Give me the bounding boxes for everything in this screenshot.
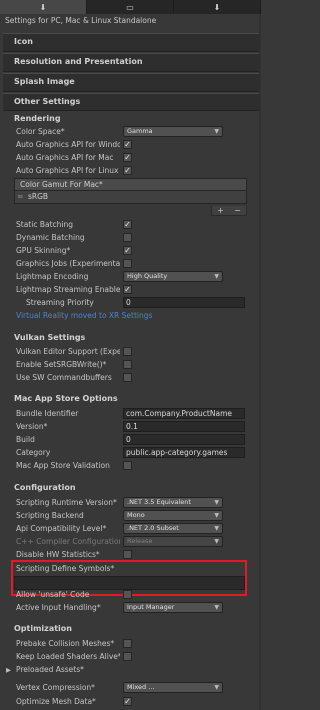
dropdown-arrow-icon: ▼ [214,684,219,691]
static-batching-label: Static Batching [16,220,73,229]
static-batching-checkbox[interactable]: ✓ [123,220,132,229]
optimization-header: Optimization [14,624,72,633]
disable-hw-stats-label: Disable HW Statistics* [16,550,100,559]
scripting-runtime-dropdown[interactable]: .NET 3.5 Equivalent ▼ [123,497,223,508]
prebake-collision-checkbox[interactable] [123,639,132,648]
graphics-jobs-label: Graphics Jobs (Experimental) [16,259,120,268]
api-compat-dropdown[interactable]: .NET 2.0 Subset ▼ [123,523,223,534]
scripting-backend-dropdown[interactable]: Mono ▼ [123,510,223,521]
color-gamut-list: ═ sRGB [14,191,247,204]
add-icon[interactable]: + [217,206,224,215]
platform-subtitle: Settings for PC, Mac & Linux Standalone [5,16,157,25]
dropdown-arrow-icon: ▼ [214,525,219,532]
configuration-header: Configuration [14,483,76,492]
lightmap-encoding-dropdown[interactable]: High Quality ▼ [123,271,223,282]
lightmap-encoding-label: Lightmap Encoding [16,272,89,281]
color-gamut-item[interactable]: sRGB [28,192,48,201]
auto-graphics-windows-checkbox[interactable]: ✓ [123,140,132,149]
version-label: Version* [16,422,48,431]
vr-settings-link[interactable]: Virtual Reality moved to XR Settings [16,311,152,320]
streaming-priority-field[interactable]: 0 [123,297,245,308]
keep-shaders-label: Keep Loaded Shaders Alive* [16,652,120,661]
optimize-mesh-checkbox[interactable]: ✓ [123,697,132,706]
vertex-compression-label: Vertex Compression* [16,683,95,692]
dropdown-arrow-icon: ▼ [214,538,219,545]
expand-arrow-icon[interactable]: ▶ [6,666,11,674]
auto-graphics-linux-checkbox[interactable]: ✓ [123,166,132,175]
dropdown-arrow-icon: ▼ [214,499,219,506]
vulkan-header: Vulkan Settings [14,333,86,342]
bundle-identifier-field[interactable]: com.Company.ProductName [123,408,245,419]
api-compat-label: Api Compatibility Level* [16,524,107,533]
input-handling-label: Active Input Handling* [16,603,101,612]
vertex-compression-dropdown[interactable]: Mixed ... ▼ [123,682,223,693]
foldout-splash[interactable]: Splash Image [3,73,259,92]
tab-standalone[interactable]: ⬇ [0,0,87,14]
dropdown-arrow-icon: ▼ [214,273,219,280]
tab-webgl[interactable]: ▭ [87,0,174,14]
lightmap-streaming-label: Lightmap Streaming Enabled [16,285,120,294]
color-gamut-list-buttons: + − [211,206,247,216]
color-gamut-list-header: Color Gamut For Mac* [14,178,247,191]
sw-commandbuffers-checkbox[interactable] [123,373,132,382]
foldout-resolution[interactable]: Resolution and Presentation [3,53,259,72]
allow-unsafe-label: Allow 'unsafe' Code [16,590,90,599]
disable-hw-stats-checkbox[interactable] [123,550,132,559]
version-field[interactable]: 0.1 [123,421,245,432]
dynamic-batching-label: Dynamic Batching [16,233,85,242]
lightmap-streaming-checkbox[interactable]: ✓ [123,285,132,294]
srgb-write-label: Enable SetSRGBWrite()* [16,360,107,369]
category-field[interactable]: public.app-category.games [123,447,245,458]
mac-store-validation-checkbox[interactable] [123,461,132,470]
color-space-dropdown[interactable]: Gamma ▼ [123,126,223,137]
vulkan-editor-support-checkbox[interactable] [123,347,132,356]
keep-shaders-checkbox[interactable] [123,652,132,661]
download-icon: ⬇ [39,2,47,12]
streaming-priority-label: Streaming Priority [26,298,94,307]
allow-unsafe-checkbox[interactable] [123,590,132,599]
color-space-label: Color Space* [16,127,65,136]
scripting-backend-label: Scripting Backend [16,511,84,520]
drag-handle-icon[interactable]: ═ [18,191,25,203]
optimize-mesh-label: Optimize Mesh Data* [16,697,96,706]
foldout-icon[interactable]: Icon [3,33,259,52]
category-label: Category [16,448,51,457]
input-handling-dropdown[interactable]: Input Manager ▼ [123,602,223,613]
remove-icon[interactable]: − [234,206,241,215]
build-field[interactable]: 0 [123,434,245,445]
graphics-jobs-checkbox[interactable] [123,259,132,268]
mac-app-store-header: Mac App Store Options [14,394,118,403]
auto-graphics-windows-label: Auto Graphics API for Windows [16,140,120,149]
scrollbar[interactable] [259,14,261,710]
vulkan-editor-support-label: Vulkan Editor Support (Experimental) [16,347,120,356]
build-label: Build [16,435,35,444]
platform-tabs: ⬇ ▭ ⬇ [0,0,261,14]
tab-android[interactable]: ⬇ [174,0,261,14]
gpu-skinning-checkbox[interactable]: ✓ [123,246,132,255]
dropdown-arrow-icon: ▼ [214,604,219,611]
bundle-identifier-label: Bundle Identifier [16,409,79,418]
sw-commandbuffers-label: Use SW Commandbuffers [16,373,112,382]
rendering-header: Rendering [14,114,61,123]
srgb-write-checkbox[interactable] [123,360,132,369]
gpu-skinning-label: GPU Skinning* [16,246,71,255]
preloaded-assets-label[interactable]: Preloaded Assets* [16,665,120,674]
dropdown-arrow-icon: ▼ [214,512,219,519]
window-icon: ▭ [126,2,134,12]
prebake-collision-label: Prebake Collision Meshes* [16,639,115,648]
cpp-compiler-label: C++ Compiler Configuration [16,537,120,546]
auto-graphics-linux-label: Auto Graphics API for Linux [16,166,119,175]
android-icon: ⬇ [213,2,221,12]
cpp-compiler-dropdown: Release ▼ [123,536,223,547]
foldout-other-settings[interactable]: Other Settings [3,93,259,111]
auto-graphics-mac-checkbox[interactable]: ✓ [123,153,132,162]
dynamic-batching-checkbox[interactable] [123,233,132,242]
scripting-runtime-label: Scripting Runtime Version* [16,498,117,507]
mac-store-validation-label: Mac App Store Validation [16,461,110,470]
dropdown-arrow-icon: ▼ [214,128,219,135]
auto-graphics-mac-label: Auto Graphics API for Mac [16,153,114,162]
